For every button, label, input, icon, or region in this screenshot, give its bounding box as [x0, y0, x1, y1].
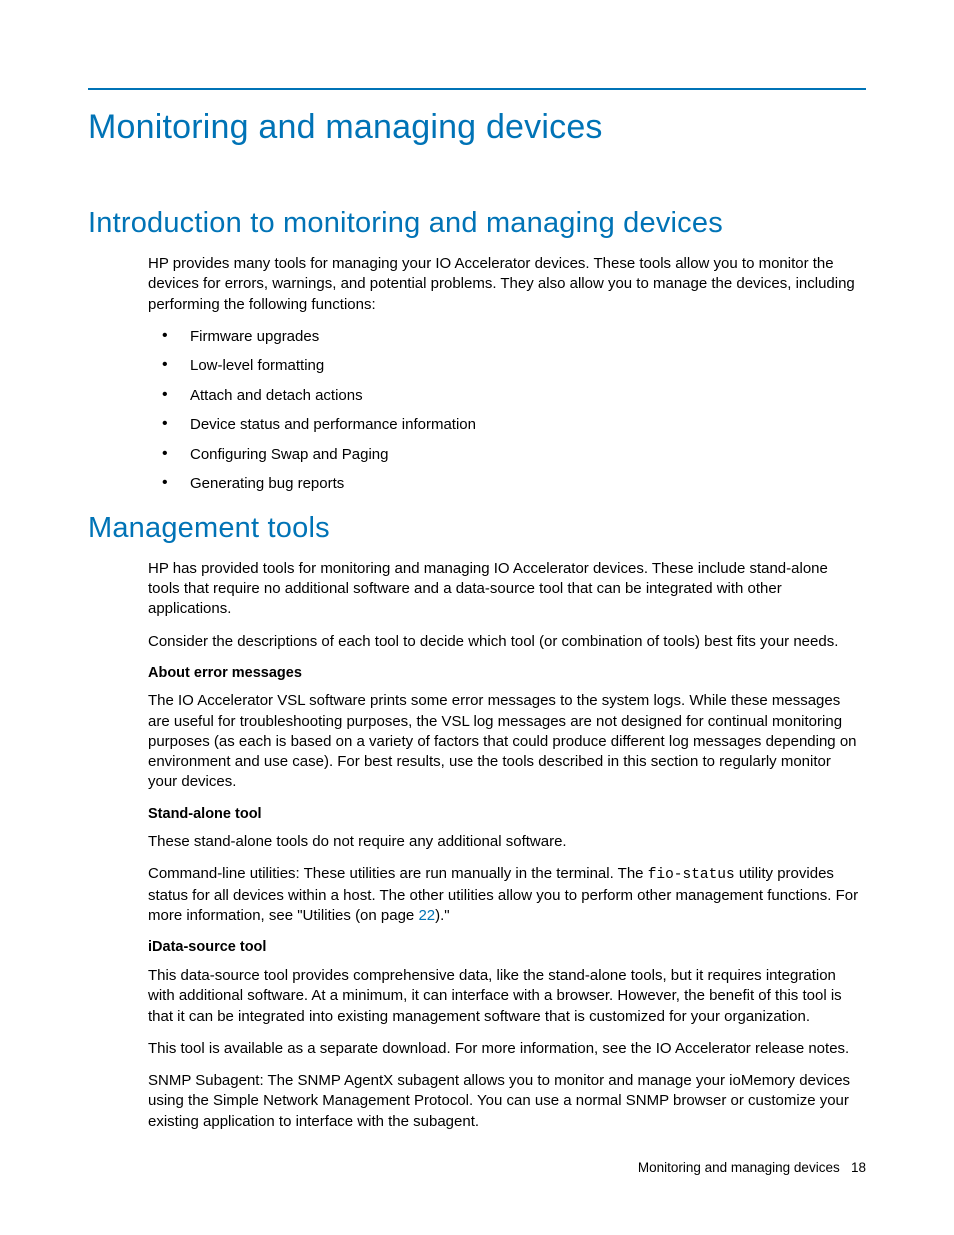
footer-section-name: Monitoring and managing devices	[638, 1160, 840, 1175]
datasource-paragraph: SNMP Subagent: The SNMP AgentX subagent …	[148, 1071, 862, 1132]
tools-paragraph: Consider the descriptions of each tool t…	[148, 632, 862, 652]
page-link-22[interactable]: 22	[418, 907, 435, 924]
page-footer: Monitoring and managing devices 18	[638, 1160, 866, 1175]
datasource-paragraph: This data-source tool provides comprehen…	[148, 966, 862, 1027]
text-run: )."	[435, 907, 450, 924]
tools-body: HP has provided tools for monitoring and…	[148, 559, 862, 1132]
footer-page-number: 18	[851, 1160, 866, 1175]
list-item: Low-level formatting	[148, 356, 862, 376]
section-heading-tools: Management tools	[88, 512, 866, 545]
list-item: Attach and detach actions	[148, 386, 862, 406]
section-heading-intro: Introduction to monitoring and managing …	[88, 207, 866, 240]
list-item: Firmware upgrades	[148, 327, 862, 347]
subhead-error-messages: About error messages	[148, 664, 862, 684]
list-item: Generating bug reports	[148, 474, 862, 494]
chapter-title: Monitoring and managing devices	[88, 108, 866, 147]
code-fio-status: fio-status	[648, 867, 735, 883]
list-item: Configuring Swap and Paging	[148, 445, 862, 465]
page-content: Monitoring and managing devices Introduc…	[0, 0, 954, 1132]
subhead-datasource: iData-source tool	[148, 938, 862, 958]
standalone-paragraph: Command-line utilities: These utilities …	[148, 864, 862, 926]
text-run: Command-line utilities: These utilities …	[148, 865, 648, 882]
datasource-paragraph: This tool is available as a separate dow…	[148, 1039, 862, 1059]
list-item: Device status and performance informatio…	[148, 415, 862, 435]
function-list: Firmware upgrades Low-level formatting A…	[148, 327, 862, 494]
intro-paragraph: HP provides many tools for managing your…	[148, 254, 862, 315]
subhead-standalone: Stand-alone tool	[148, 805, 862, 825]
intro-body: HP provides many tools for managing your…	[148, 254, 862, 494]
standalone-paragraph: These stand-alone tools do not require a…	[148, 832, 862, 852]
horizontal-rule	[88, 88, 866, 90]
tools-paragraph: HP has provided tools for monitoring and…	[148, 559, 862, 620]
error-messages-paragraph: The IO Accelerator VSL software prints s…	[148, 691, 862, 792]
